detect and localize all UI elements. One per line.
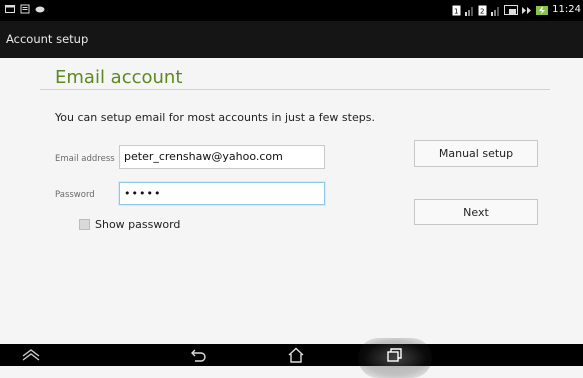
password-field[interactable]: ••••• xyxy=(119,182,325,205)
password-label: Password xyxy=(55,190,95,200)
heading-divider xyxy=(40,89,550,90)
action-bar-title: Account setup xyxy=(6,32,89,46)
collapse-icon[interactable] xyxy=(21,347,41,363)
status-time: 11:24 xyxy=(552,4,581,15)
battery-charging-icon xyxy=(536,5,549,15)
signal-icon xyxy=(465,6,474,16)
home-icon[interactable] xyxy=(287,347,305,363)
status-bar: 1 2 11:24 xyxy=(0,0,583,21)
email-setup-form: Email account You can setup email for mo… xyxy=(0,58,583,344)
show-password-checkbox[interactable] xyxy=(79,219,90,230)
email-field[interactable]: peter_crenshaw@yahoo.com xyxy=(119,145,325,169)
email-label: Email address xyxy=(55,154,115,164)
gamepad-icon xyxy=(35,6,45,13)
notification-icon xyxy=(5,5,15,13)
navigation-bar xyxy=(0,338,583,378)
back-icon[interactable] xyxy=(189,347,209,363)
sim-icon: 1 xyxy=(452,5,461,15)
fast-forward-icon xyxy=(522,6,532,14)
sim-icon: 2 xyxy=(478,5,487,15)
next-button[interactable]: Next xyxy=(414,199,538,225)
manual-setup-button[interactable]: Manual setup xyxy=(414,140,538,167)
show-password-label: Show password xyxy=(95,218,181,231)
instructions-text: You can setup email for most accounts in… xyxy=(55,111,375,124)
svg-text:2: 2 xyxy=(480,7,484,15)
cast-icon xyxy=(504,4,519,15)
action-bar: Account setup xyxy=(0,21,583,58)
page-title: Email account xyxy=(55,67,183,88)
recent-apps-icon[interactable] xyxy=(386,347,404,363)
message-icon xyxy=(20,4,30,14)
signal-icon xyxy=(491,6,500,16)
svg-text:1: 1 xyxy=(454,7,458,15)
